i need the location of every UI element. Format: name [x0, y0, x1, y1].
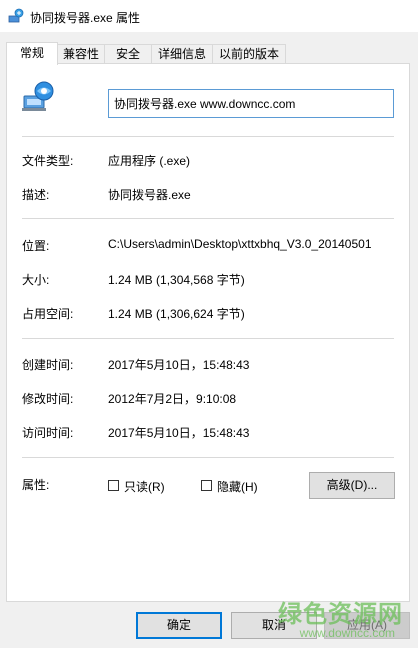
attributes-label: 属性: [22, 478, 50, 492]
file-type-label: 文件类型: [22, 154, 74, 168]
file-type-value: 应用程序 (.exe) [108, 154, 191, 168]
title-bar: 协同拨号器.exe 属性 [0, 0, 418, 32]
location-value: C:\Users\admin\Desktop\xttxbhq_V3.0_2014… [108, 237, 372, 251]
modified-label: 修改时间: [22, 392, 74, 406]
disk-size-value: 1.24 MB (1,306,624 字节) [108, 307, 245, 321]
created-label: 创建时间: [22, 358, 74, 372]
hidden-label[interactable]: 隐藏(H) [217, 478, 258, 495]
hidden-checkbox[interactable] [201, 480, 212, 491]
size-value: 1.24 MB (1,304,568 字节) [108, 273, 245, 287]
description-value: 协同拨号器.exe [108, 188, 191, 202]
tab-compatibility[interactable]: 兼容性 [57, 44, 105, 63]
location-label: 位置: [22, 239, 50, 253]
app-icon [8, 8, 24, 23]
readonly-label[interactable]: 只读(R) [124, 478, 165, 495]
disk-size-label: 占用空间: [22, 307, 74, 321]
accessed-value: 2017年5月10日，15:48:43 [108, 426, 250, 440]
advanced-button[interactable]: 高级(D)... [309, 472, 395, 499]
tab-general[interactable]: 常规 [6, 42, 58, 65]
cancel-button[interactable]: 取消 [231, 612, 317, 639]
accessed-label: 访问时间: [22, 426, 74, 440]
created-value: 2017年5月10日，15:48:43 [108, 358, 250, 372]
description-label: 描述: [22, 188, 50, 202]
readonly-checkbox[interactable] [108, 480, 119, 491]
ok-button[interactable]: 确定 [136, 612, 222, 639]
divider [22, 218, 394, 219]
general-panel [6, 63, 410, 602]
program-icon [22, 81, 54, 111]
window-title: 协同拨号器.exe 属性 [30, 11, 141, 25]
divider [22, 136, 394, 137]
divider [22, 338, 394, 339]
tab-details[interactable]: 详细信息 [151, 44, 213, 63]
size-label: 大小: [22, 273, 50, 287]
file-name-field[interactable] [108, 89, 394, 118]
divider [22, 457, 394, 458]
modified-value: 2012年7月2日，9:10:08 [108, 392, 237, 406]
tab-previous-versions[interactable]: 以前的版本 [212, 44, 286, 63]
apply-button[interactable]: 应用(A) [324, 612, 410, 639]
tab-security[interactable]: 安全 [104, 44, 152, 63]
